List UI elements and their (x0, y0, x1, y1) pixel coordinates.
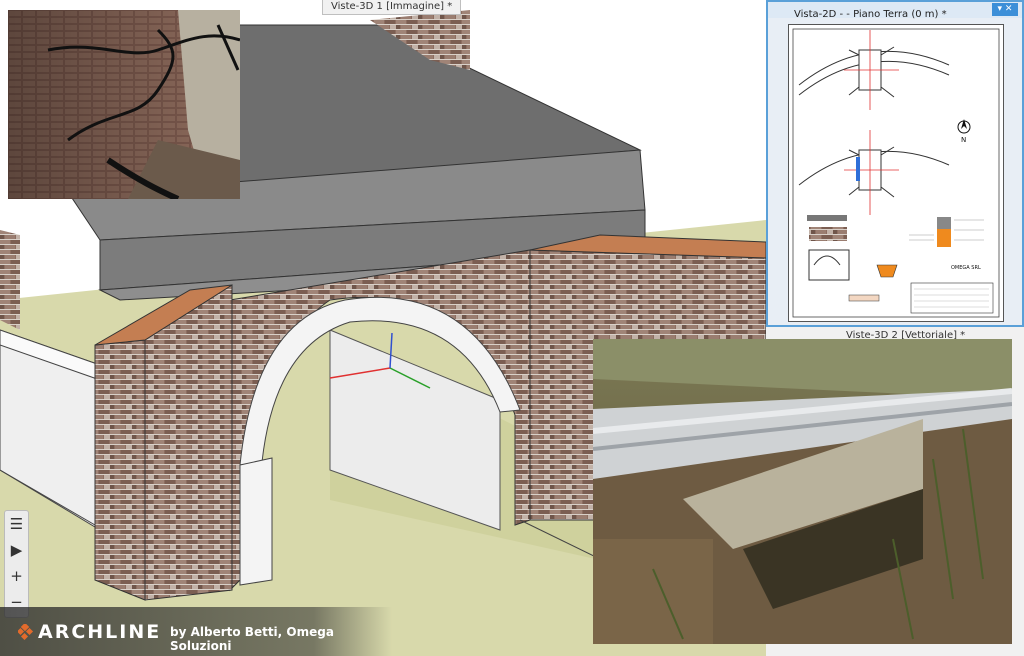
viewport-title[interactable]: Viste-3D 1 [Immagine] * (322, 0, 462, 15)
photo-cables-inset (8, 10, 240, 199)
north-label: N (961, 136, 966, 144)
photo-bridge-inset (593, 339, 1012, 644)
zoom-in-icon[interactable]: + (5, 563, 28, 589)
window-controls[interactable]: ▾ ✕ (992, 3, 1018, 16)
brand-byline: by Alberto Betti, Omega Soluzioni (170, 625, 334, 653)
brand-watermark: ARCHLINE by Alberto Betti, Omega Soluzio… (0, 607, 392, 656)
brand-logo: ARCHLINE (38, 621, 162, 643)
archline-diamond-icon (18, 624, 34, 640)
panel-header[interactable]: Vista-2D - - Piano Terra (0 m) * ▾ ✕ (768, 2, 1022, 20)
play-icon[interactable]: ▶ (5, 537, 28, 563)
list-icon[interactable]: ☰ (5, 511, 28, 537)
company-label: OMEGA SRL (951, 265, 981, 271)
panel-title: Vista-2D - - Piano Terra (0 m) * (794, 9, 947, 20)
view-toolbar: ☰ ▶ + − (4, 510, 29, 618)
drawing-sheet[interactable]: N OMEGA SRL (788, 24, 1004, 322)
2d-view-panel[interactable]: Vista-2D - - Piano Terra (0 m) * ▾ ✕ N O… (766, 0, 1024, 327)
